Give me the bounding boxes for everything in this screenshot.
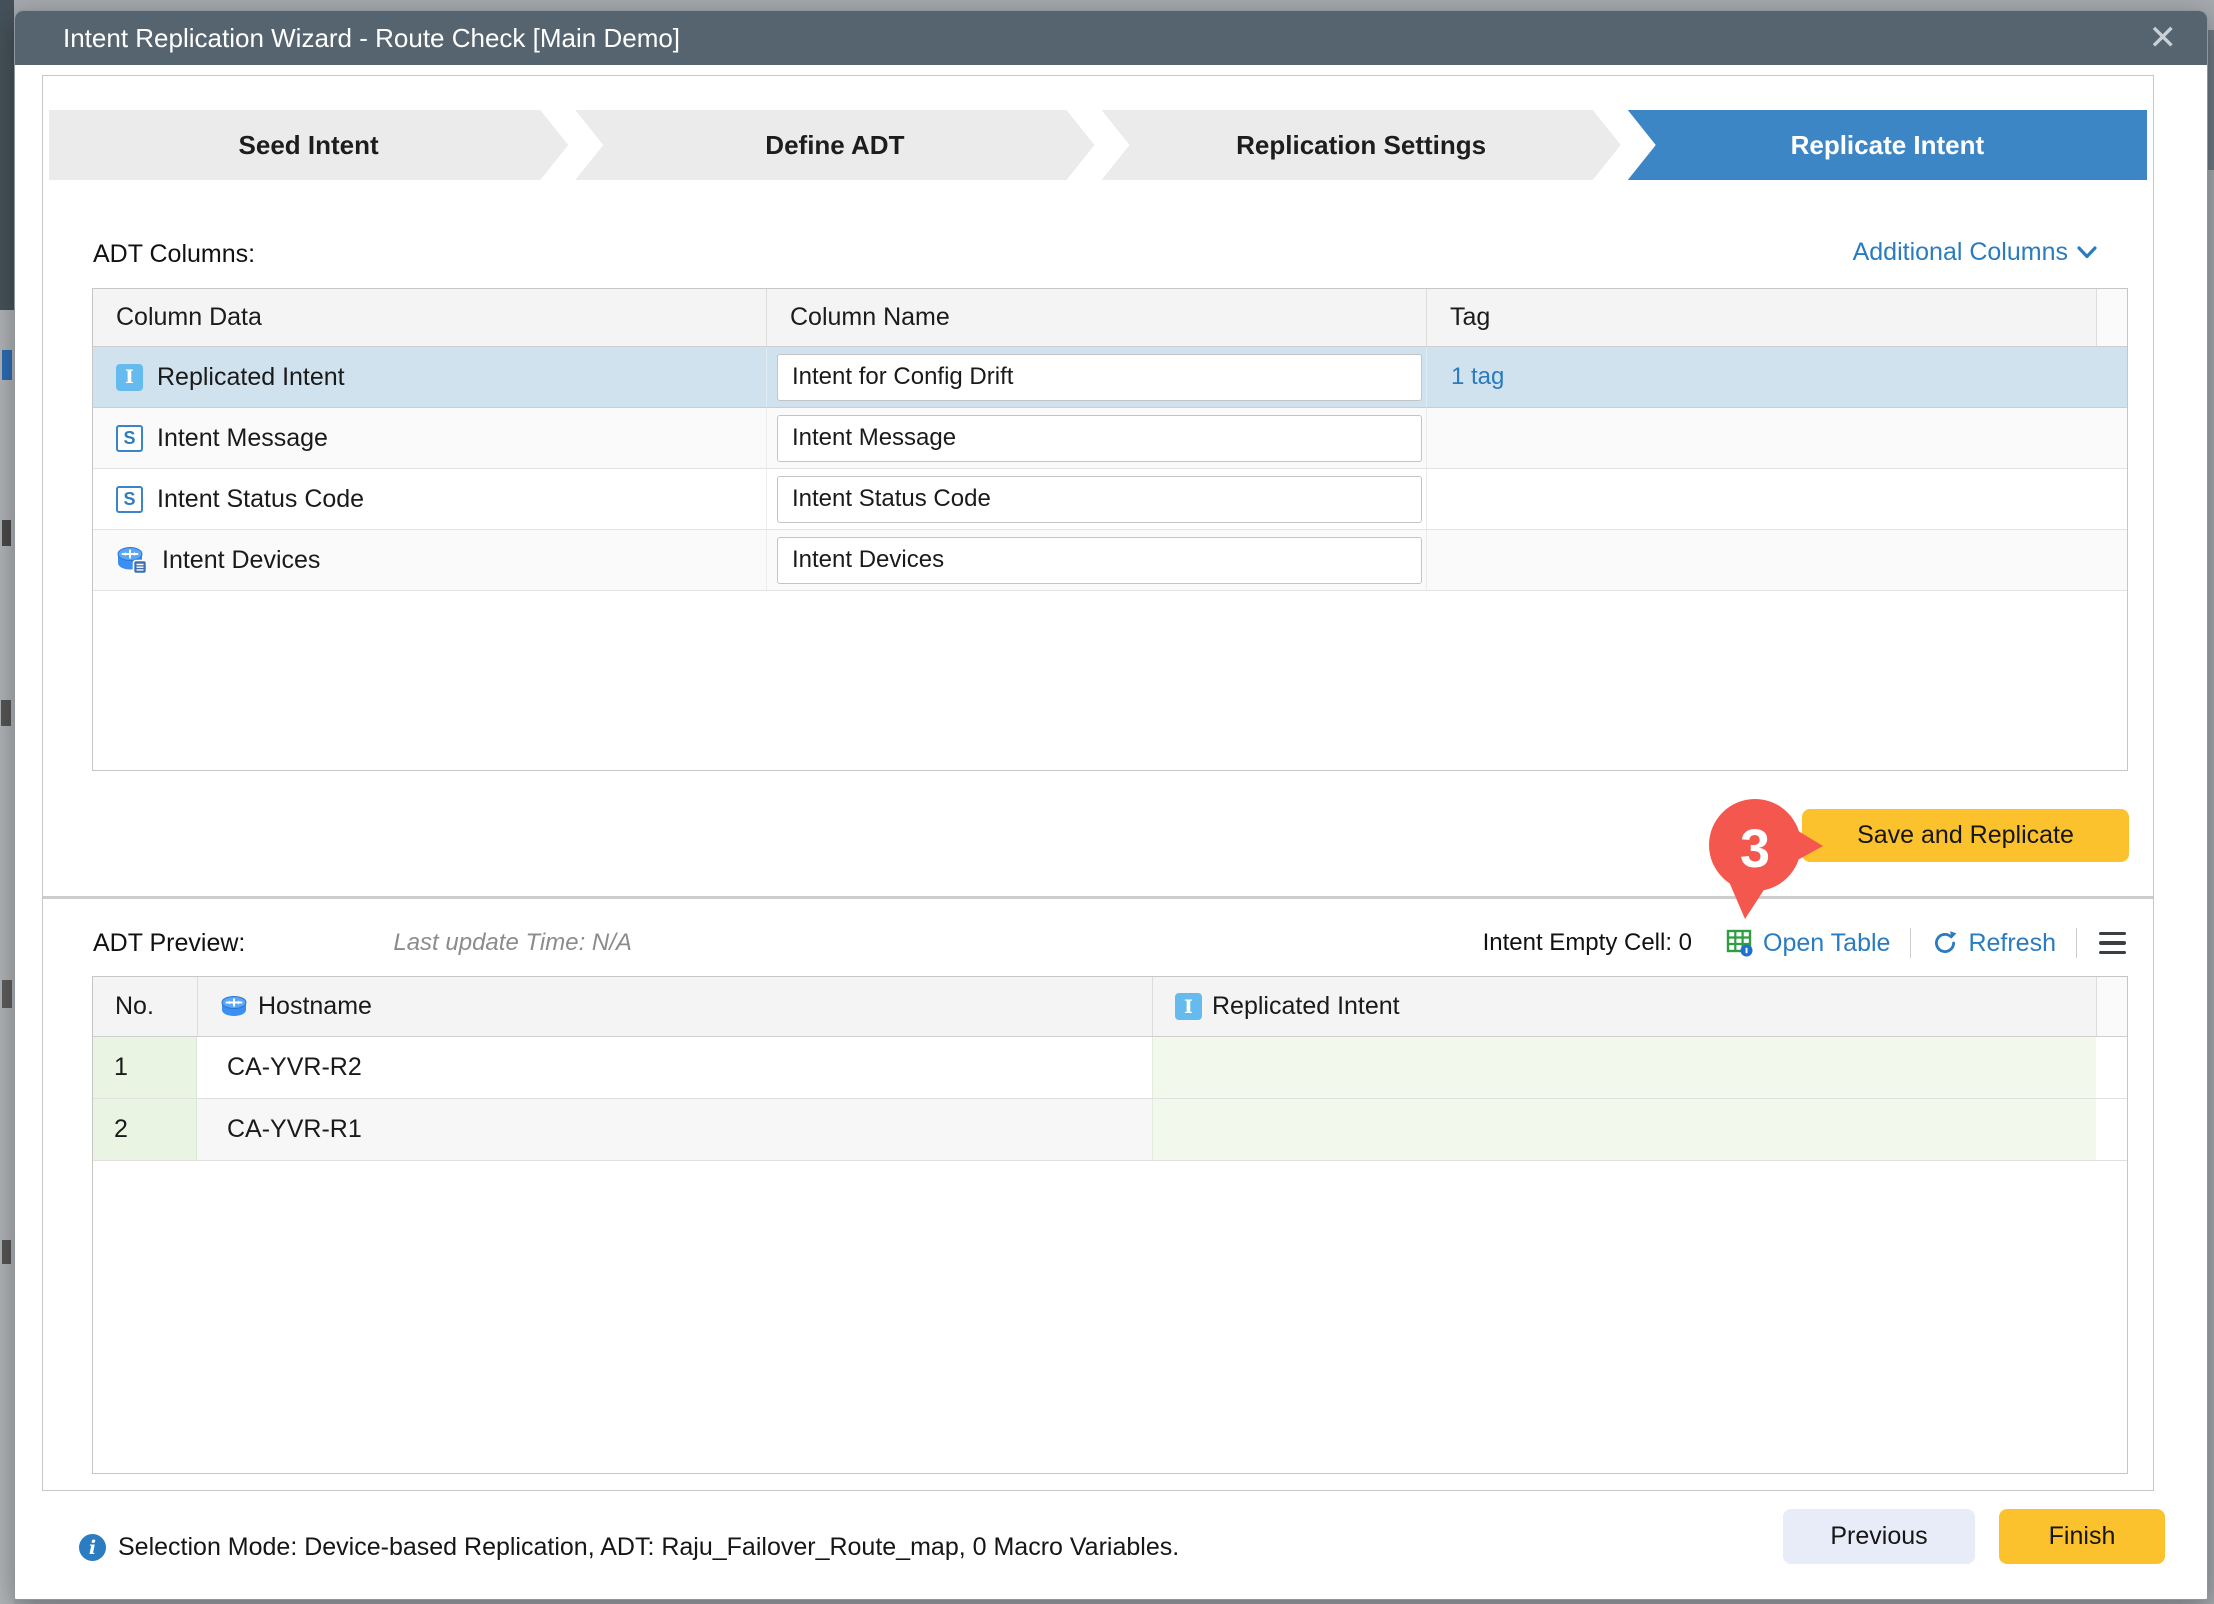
refresh-link[interactable]: Refresh bbox=[1931, 929, 2056, 958]
open-table-icon bbox=[1726, 929, 1754, 957]
intent-empty-cell-count: Intent Empty Cell: 0 bbox=[1483, 929, 1692, 957]
step-label: Replication Settings bbox=[1236, 130, 1486, 161]
intent-column-icon: I bbox=[116, 364, 143, 391]
column-data-label: Intent Message bbox=[157, 424, 328, 453]
chevron-down-icon bbox=[2077, 246, 2097, 259]
close-icon[interactable]: ✕ bbox=[2149, 21, 2178, 55]
adt-columns-table-header: Column Data Column Name Tag bbox=[93, 289, 2127, 347]
section-divider bbox=[43, 896, 2153, 899]
replicated-intent-cell[interactable] bbox=[1152, 1037, 2096, 1098]
dialog-title: Intent Replication Wizard - Route Check … bbox=[63, 23, 680, 54]
step-replication-settings[interactable]: Replication Settings bbox=[1102, 110, 1621, 180]
table-row-intent-status-code[interactable]: S Intent Status Code bbox=[93, 469, 2127, 530]
step-seed-intent[interactable]: Seed Intent bbox=[49, 110, 568, 180]
wizard-body-panel: Seed Intent Define ADT Replication Setti… bbox=[42, 75, 2154, 1491]
table-row-intent-message[interactable]: S Intent Message bbox=[93, 408, 2127, 469]
string-column-icon: S bbox=[116, 486, 143, 513]
preview-header-no: No. bbox=[93, 977, 197, 1036]
footer-status: i Selection Mode: Device-based Replicati… bbox=[79, 1533, 1179, 1562]
row-number-cell: 1 bbox=[93, 1037, 197, 1098]
intent-replication-wizard-dialog: Intent Replication Wizard - Route Check … bbox=[14, 10, 2208, 1600]
adt-columns-label: ADT Columns: bbox=[93, 240, 255, 269]
string-column-icon: S bbox=[116, 425, 143, 452]
table-row-intent-devices[interactable]: Intent Devices bbox=[93, 530, 2127, 591]
menu-icon[interactable] bbox=[2097, 928, 2128, 959]
adt-preview-table-header: No. Hostname I Replicated Intent bbox=[93, 977, 2127, 1037]
save-and-replicate-button[interactable]: Save and Replicate bbox=[1802, 809, 2129, 862]
open-table-label: Open Table bbox=[1763, 929, 1890, 958]
column-header-data: Column Data bbox=[93, 289, 766, 346]
last-update-time: Last update Time: N/A bbox=[393, 929, 632, 957]
footer-status-text: Selection Mode: Device-based Replication… bbox=[118, 1533, 1179, 1562]
column-header-tag: Tag bbox=[1426, 289, 2096, 346]
column-name-input[interactable] bbox=[777, 476, 1422, 523]
refresh-icon bbox=[1931, 929, 1959, 957]
table-row-replicated-intent[interactable]: I Replicated Intent 1 tag bbox=[93, 347, 2127, 408]
finish-button[interactable]: Finish bbox=[1999, 1509, 2165, 1564]
device-icon bbox=[220, 994, 248, 1019]
info-icon: i bbox=[79, 1534, 106, 1561]
refresh-label: Refresh bbox=[1968, 929, 2056, 958]
replicated-intent-cell[interactable] bbox=[1152, 1099, 2096, 1160]
annotation-number: 3 bbox=[1740, 819, 1770, 879]
adt-preview-toolbar: ADT Preview: Last update Time: N/A Inten… bbox=[93, 921, 2128, 965]
background-page-edge-right bbox=[2208, 30, 2214, 170]
additional-columns-link[interactable]: Additional Columns bbox=[1853, 238, 2097, 267]
column-data-label: Replicated Intent bbox=[157, 363, 345, 392]
devices-icon bbox=[116, 545, 148, 575]
preview-header-hostname: Hostname bbox=[197, 977, 1152, 1036]
column-data-label: Intent Status Code bbox=[157, 485, 364, 514]
preview-table-row[interactable]: 2 CA-YVR-R1 bbox=[93, 1099, 2127, 1161]
toolbar-separator bbox=[1910, 928, 1911, 958]
adt-preview-label: ADT Preview: bbox=[93, 929, 245, 958]
background-page-edge bbox=[0, 0, 14, 1604]
column-name-input[interactable] bbox=[777, 354, 1422, 401]
scrollbar-gutter bbox=[2096, 977, 2127, 1036]
preview-table-row[interactable]: 1 CA-YVR-R2 bbox=[93, 1037, 2127, 1099]
preview-header-hostname-label: Hostname bbox=[258, 992, 372, 1021]
hostname-cell: CA-YVR-R2 bbox=[197, 1037, 1152, 1098]
row-number-cell: 2 bbox=[93, 1099, 197, 1160]
column-data-label: Intent Devices bbox=[162, 546, 320, 575]
tag-link[interactable]: 1 tag bbox=[1451, 363, 1504, 391]
column-name-input[interactable] bbox=[777, 537, 1422, 584]
step-define-adt[interactable]: Define ADT bbox=[575, 110, 1094, 180]
previous-button[interactable]: Previous bbox=[1783, 1509, 1975, 1564]
adt-columns-table: Column Data Column Name Tag I Replicated… bbox=[92, 288, 2128, 771]
toolbar-separator bbox=[2076, 928, 2077, 958]
preview-header-replicated-intent: I Replicated Intent bbox=[1152, 977, 2096, 1036]
step-label: Replicate Intent bbox=[1791, 130, 1985, 161]
preview-header-replicated-intent-label: Replicated Intent bbox=[1212, 992, 1400, 1021]
step-replicate-intent-active[interactable]: Replicate Intent bbox=[1628, 110, 2147, 180]
dialog-titlebar: Intent Replication Wizard - Route Check … bbox=[15, 11, 2207, 65]
step-label: Seed Intent bbox=[239, 130, 379, 161]
column-header-name: Column Name bbox=[766, 289, 1426, 346]
adt-preview-table: No. Hostname I Replicated Intent bbox=[92, 976, 2128, 1474]
wizard-steps: Seed Intent Define ADT Replication Setti… bbox=[49, 110, 2147, 180]
hostname-cell: CA-YVR-R1 bbox=[197, 1099, 1152, 1160]
column-name-input[interactable] bbox=[777, 415, 1422, 462]
additional-columns-label: Additional Columns bbox=[1853, 238, 2068, 267]
step-label: Define ADT bbox=[765, 130, 904, 161]
scrollbar-gutter bbox=[2096, 289, 2127, 346]
open-table-link[interactable]: Open Table bbox=[1726, 929, 1890, 958]
intent-column-icon: I bbox=[1175, 993, 1202, 1020]
